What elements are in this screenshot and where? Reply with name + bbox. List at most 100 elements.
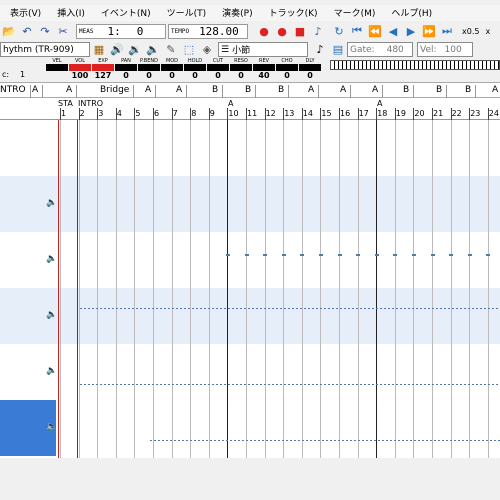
note-event[interactable] <box>80 384 82 385</box>
note-event[interactable] <box>248 308 250 309</box>
note-event[interactable] <box>124 384 126 385</box>
mixer-slider[interactable] <box>253 64 275 71</box>
note-event[interactable] <box>104 308 106 309</box>
note-event[interactable] <box>348 384 350 385</box>
note-event[interactable] <box>264 384 266 385</box>
note-event[interactable] <box>304 384 306 385</box>
note-event[interactable] <box>156 384 158 385</box>
note-event[interactable] <box>108 384 110 385</box>
note-event[interactable] <box>340 384 342 385</box>
note-event[interactable] <box>188 308 190 309</box>
note-event[interactable] <box>280 308 282 309</box>
note-event[interactable] <box>174 440 176 441</box>
note-event[interactable] <box>464 384 466 385</box>
note-event[interactable] <box>180 308 182 309</box>
note-event[interactable] <box>128 308 130 309</box>
note-event[interactable] <box>240 384 242 385</box>
note-event[interactable] <box>96 308 98 309</box>
track-row[interactable] <box>0 400 500 456</box>
note-event[interactable] <box>452 384 454 385</box>
note-event[interactable] <box>420 308 422 309</box>
stop-record-icon[interactable]: ■ <box>292 23 308 39</box>
note-event[interactable] <box>270 440 272 441</box>
note-icon[interactable]: ♪ <box>312 42 328 58</box>
note-event[interactable] <box>319 254 323 256</box>
note-event[interactable] <box>92 384 94 385</box>
note-event[interactable] <box>196 384 198 385</box>
mini-keyboard[interactable] <box>330 60 500 70</box>
mixer-slider[interactable] <box>299 64 321 71</box>
note-event[interactable] <box>222 440 224 441</box>
note-event[interactable] <box>186 440 188 441</box>
note-event[interactable] <box>376 384 378 385</box>
note-event[interactable] <box>394 440 396 441</box>
mixer-slider[interactable] <box>207 64 229 71</box>
select-icon[interactable]: ⬚ <box>181 42 197 58</box>
note-event[interactable] <box>234 440 236 441</box>
note-event[interactable] <box>356 254 361 256</box>
note-event[interactable] <box>184 308 186 309</box>
note-event[interactable] <box>420 384 422 385</box>
speaker-icon[interactable]: 🔈 <box>46 198 57 208</box>
note-event[interactable] <box>466 440 468 441</box>
note-event[interactable] <box>160 384 162 385</box>
note-event[interactable] <box>412 384 414 385</box>
note-event[interactable] <box>226 254 230 256</box>
note-event[interactable] <box>258 440 260 441</box>
note-event[interactable] <box>416 308 418 309</box>
section-marker[interactable]: A <box>372 85 384 98</box>
note-event[interactable] <box>192 384 194 385</box>
note-event[interactable] <box>182 440 184 441</box>
note-event[interactable] <box>328 384 330 385</box>
speaker-note-icon[interactable]: 🔉 <box>127 42 143 58</box>
note-event[interactable] <box>220 308 222 309</box>
note-event[interactable] <box>456 384 458 385</box>
note-event[interactable] <box>124 308 126 309</box>
section-marker[interactable]: B <box>245 85 257 98</box>
note-event[interactable] <box>194 440 196 441</box>
note-event[interactable] <box>364 308 366 309</box>
note-event[interactable] <box>414 440 416 441</box>
track-row[interactable] <box>0 120 500 176</box>
note-event[interactable] <box>380 384 382 385</box>
record-pause-icon[interactable]: ● <box>274 23 290 39</box>
note-event[interactable] <box>208 308 210 309</box>
note-event[interactable] <box>286 440 288 441</box>
note-event[interactable] <box>368 384 370 385</box>
note-event[interactable] <box>492 308 494 309</box>
note-event[interactable] <box>210 440 212 441</box>
note-event[interactable] <box>168 384 170 385</box>
note-event[interactable] <box>224 384 226 385</box>
note-event[interactable] <box>312 384 314 385</box>
note-event[interactable] <box>388 384 390 385</box>
note-event[interactable] <box>332 308 334 309</box>
note-event[interactable] <box>432 384 434 385</box>
note-event[interactable] <box>288 308 290 309</box>
note-event[interactable] <box>342 440 344 441</box>
note-event[interactable] <box>478 440 480 441</box>
note-event[interactable] <box>92 308 94 309</box>
section-marker[interactable]: A <box>340 85 352 98</box>
note-event[interactable] <box>152 308 154 309</box>
note-event[interactable] <box>338 440 340 441</box>
note-event[interactable] <box>300 384 302 385</box>
note-event[interactable] <box>467 254 472 256</box>
mixer-slider[interactable] <box>138 64 160 71</box>
eraser-icon[interactable]: ◈ <box>199 42 215 58</box>
note-event[interactable] <box>162 440 164 441</box>
note-event[interactable] <box>336 308 338 309</box>
note-event[interactable] <box>378 440 380 441</box>
menu-item[interactable]: マーク(M) <box>324 5 382 21</box>
note-event[interactable] <box>272 308 274 309</box>
section-marker[interactable]: B <box>436 85 448 98</box>
pencil-icon[interactable]: ✎ <box>163 42 179 58</box>
note-event[interactable] <box>190 440 192 441</box>
menu-item[interactable]: イベント(N) <box>91 5 157 21</box>
prev-icon[interactable]: ◀ <box>385 23 401 39</box>
note-event[interactable] <box>302 440 304 441</box>
note-event[interactable] <box>276 384 278 385</box>
mixer-slider[interactable] <box>276 64 298 71</box>
note-event[interactable] <box>176 384 178 385</box>
note-event[interactable] <box>108 308 110 309</box>
note-event[interactable] <box>494 440 496 441</box>
